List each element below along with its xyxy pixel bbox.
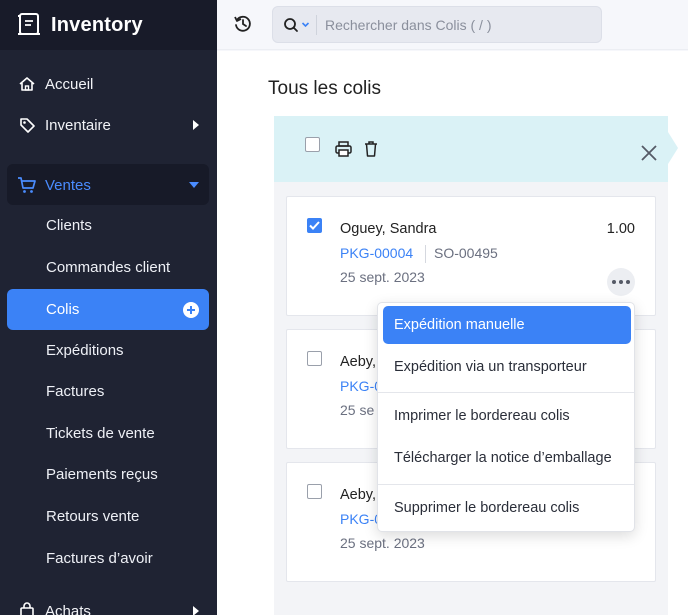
sidebar-item-label: Accueil <box>45 75 94 93</box>
package-quantity: 1.00 <box>606 221 635 237</box>
dot-icon <box>619 280 623 284</box>
menu-item-manual-shipment[interactable]: Expédition manuelle <box>383 306 631 344</box>
sidebar-item-label: Inventaire <box>45 116 111 134</box>
package-date: 25 sept. 2023 <box>340 269 425 285</box>
history-icon[interactable] <box>233 14 253 34</box>
menu-item-print-slip[interactable]: Imprimer le bordereau colis <box>383 397 631 435</box>
package-checkbox[interactable] <box>307 351 322 366</box>
menu-item-carrier-shipment[interactable]: Expédition via un transporteur <box>383 348 631 386</box>
menu-item-delete-slip[interactable]: Supprimer le bordereau colis <box>383 489 631 527</box>
search-box[interactable]: Rechercher dans Colis ( / ) <box>272 6 602 43</box>
customer-name: Aeby, <box>340 354 377 370</box>
menu-divider <box>378 484 634 485</box>
close-icon[interactable] <box>640 144 658 162</box>
sidebar-item-achats[interactable]: Achats <box>0 600 217 615</box>
search-icon <box>284 17 298 32</box>
sidebar-item-ventes[interactable]: Ventes <box>0 174 217 196</box>
chevron-down-icon <box>301 22 310 28</box>
select-all-checkbox[interactable] <box>305 137 320 152</box>
sidebar-item-retours-vente[interactable]: Retours vente <box>46 508 139 525</box>
package-number-link[interactable]: PKG-00004 <box>340 245 413 261</box>
package-card[interactable]: Oguey, Sandra 1.00 PKG-00004 SO-00495 25… <box>286 196 656 316</box>
check-icon <box>309 221 320 230</box>
sidebar-item-accueil[interactable]: Accueil <box>0 73 217 95</box>
inventory-logo-icon <box>18 13 40 35</box>
bulk-action-bar <box>274 116 678 182</box>
bag-icon <box>17 601 37 615</box>
sidebar-item-factures[interactable]: Factures <box>46 383 104 400</box>
sidebar-item-label: Ventes <box>45 176 91 194</box>
package-checkbox[interactable] <box>307 484 322 499</box>
sidebar-item-label: Colis <box>46 301 80 318</box>
search-input[interactable]: Rechercher dans Colis ( / ) <box>325 17 492 33</box>
package-number-link[interactable]: PKG-0 <box>340 511 382 527</box>
package-checkbox[interactable] <box>307 218 322 233</box>
sidebar-item-commandes-client[interactable]: Commandes client <box>46 259 170 276</box>
search-filter-dropdown[interactable] <box>283 17 310 33</box>
menu-item-download-packing[interactable]: Télécharger la notice d’emballage <box>383 439 631 477</box>
sidebar-item-expeditions[interactable]: Expéditions <box>46 342 124 359</box>
package-actions-menu: Expédition manuelle Expédition via un tr… <box>377 302 635 532</box>
sidebar-item-tickets-de-vente[interactable]: Tickets de vente <box>46 425 155 442</box>
customer-name: Oguey, Sandra <box>340 221 437 237</box>
sidebar-item-inventaire[interactable]: Inventaire <box>0 114 217 136</box>
sales-order-number: SO-00495 <box>434 245 498 261</box>
print-button[interactable] <box>334 140 352 158</box>
printer-icon <box>334 141 352 157</box>
sidebar-item-colis[interactable]: Colis <box>7 289 209 330</box>
plus-icon <box>187 305 195 314</box>
cart-icon <box>17 175 37 195</box>
sidebar-item-factures-davoir[interactable]: Factures d’avoir <box>46 550 153 567</box>
trash-icon <box>365 141 377 157</box>
tag-icon <box>17 115 37 135</box>
caret-down-icon <box>189 182 199 188</box>
home-icon <box>17 74 37 94</box>
menu-divider <box>378 392 634 393</box>
sidebar: Inventory Accueil Inventaire Ventes Clie… <box>0 0 217 615</box>
bulk-bar-arrow <box>668 132 678 164</box>
dot-icon <box>612 280 616 284</box>
caret-right-icon <box>193 120 199 130</box>
sidebar-item-label: Achats <box>45 602 91 615</box>
delete-button[interactable] <box>362 140 380 158</box>
brand[interactable]: Inventory <box>0 0 217 50</box>
package-number-link[interactable]: PKG-0 <box>340 378 382 394</box>
package-date: 25 se <box>340 402 375 418</box>
topbar: Rechercher dans Colis ( / ) <box>217 0 688 50</box>
customer-name: Aeby, <box>340 487 377 503</box>
more-actions-button[interactable] <box>607 268 635 296</box>
divider <box>425 245 426 263</box>
app-title: Inventory <box>51 13 143 36</box>
add-package-button[interactable] <box>183 301 199 318</box>
caret-right-icon <box>193 606 199 615</box>
search-divider <box>316 14 317 35</box>
sidebar-item-clients[interactable]: Clients <box>46 217 92 234</box>
page-title[interactable]: Tous les colis <box>268 78 381 100</box>
sidebar-item-paiements-recus[interactable]: Paiements reçus <box>46 466 158 483</box>
dot-icon <box>626 280 630 284</box>
package-date: 25 sept. 2023 <box>340 535 425 551</box>
